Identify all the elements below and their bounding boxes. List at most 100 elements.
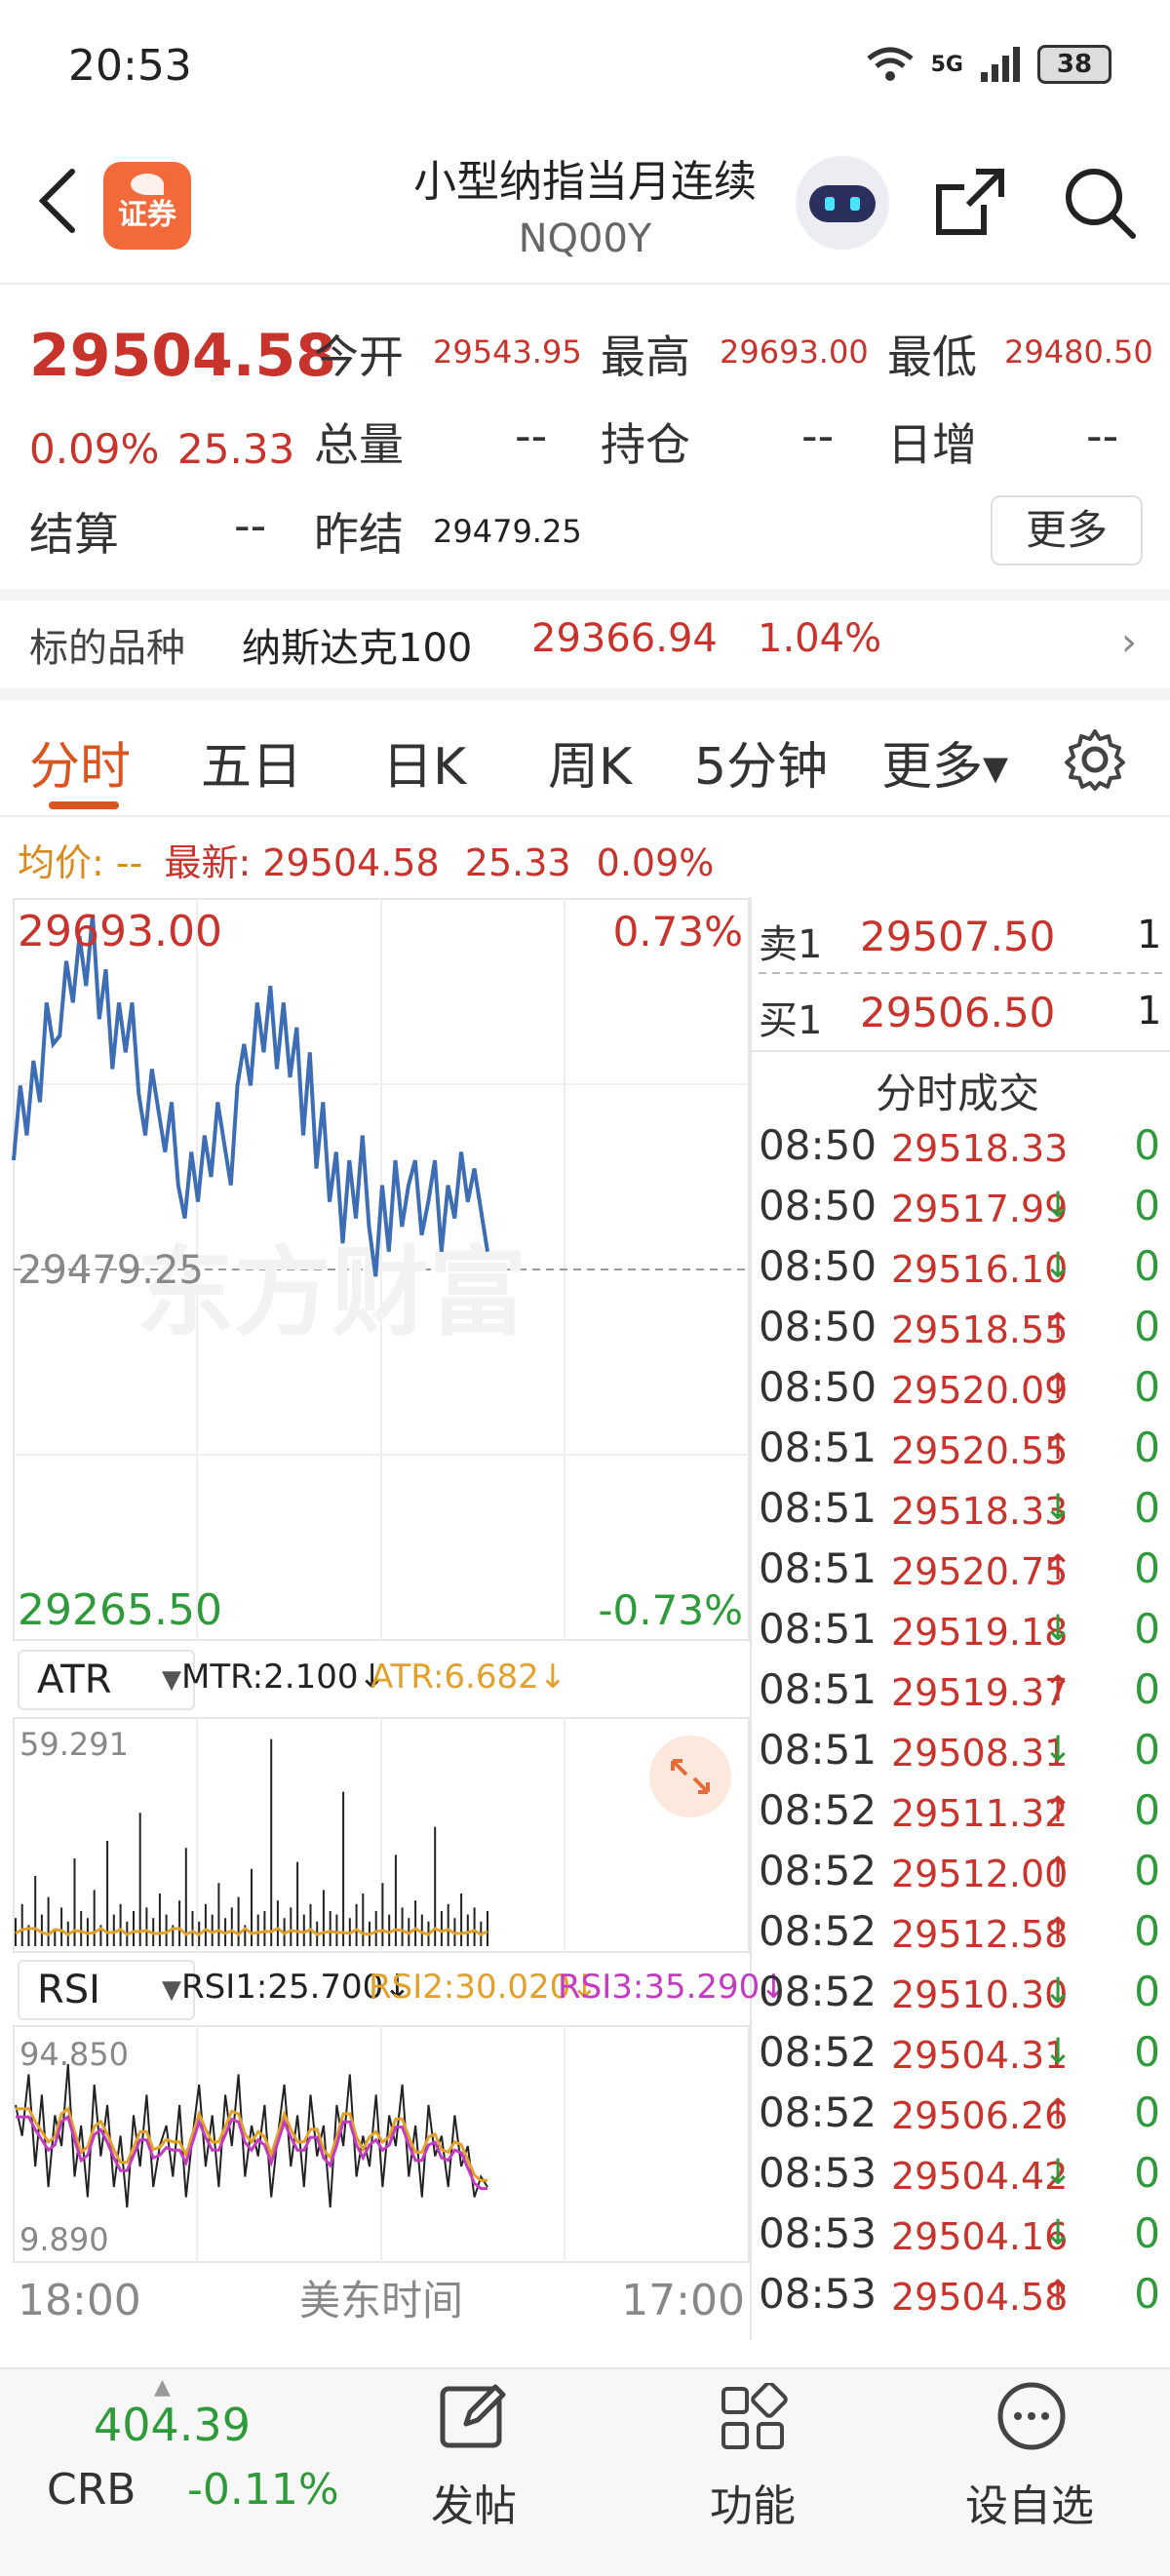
trade-time: 08:50	[759, 1182, 878, 1229]
trade-row: 08:50 29518.55 ↑ 0	[759, 1303, 1164, 1363]
trade-time: 08:51	[759, 1424, 878, 1471]
trade-direction-icon: ↓	[1043, 1246, 1073, 1286]
rsi-bottom-value: 9.890	[20, 2221, 109, 2258]
trade-row: 08:51 29518.33 ↓ 0	[759, 1484, 1164, 1544]
trade-time: 08:52	[759, 2088, 878, 2136]
chart-ref-label: 29479.25	[18, 1248, 204, 1293]
trade-row: 08:53 29504.58 ↑ 0	[759, 2270, 1164, 2330]
trade-direction-icon: ↓	[1043, 2153, 1073, 2193]
trade-direction-icon: ↑	[1043, 1911, 1073, 1951]
trade-row: 08:52 29504.31 ↓ 0	[759, 2028, 1164, 2088]
crb-pct[interactable]: -0.11%	[187, 2465, 339, 2515]
trade-row: 08:52 29512.58 ↑ 0	[759, 1907, 1164, 1968]
buy1-volume: 1	[1137, 989, 1162, 1034]
trade-row: 08:53 29504.16 ↓ 0	[759, 2209, 1164, 2270]
trade-row: 08:51 29508.31 ↓ 0	[759, 1726, 1164, 1786]
trade-direction-icon: ↓	[1043, 1488, 1073, 1528]
trade-direction-icon: ↑	[1043, 2092, 1073, 2132]
trade-volume: 0	[1134, 1303, 1160, 1350]
nav-post-label[interactable]: 发帖	[431, 2471, 517, 2533]
trade-price: 29520.09	[891, 1369, 1069, 1412]
trade-price: 29519.18	[891, 1611, 1069, 1654]
sell1-volume: 1	[1137, 913, 1162, 957]
caret-up-icon: ▲	[154, 2375, 171, 2400]
crb-price[interactable]: 404.39	[94, 2399, 251, 2451]
trade-volume: 0	[1134, 2149, 1160, 2197]
trade-direction-icon: ↑	[1043, 1548, 1073, 1588]
trade-volume: 0	[1134, 1665, 1160, 1713]
chart-max-pct: 0.73%	[613, 908, 743, 956]
trade-volume: 0	[1134, 1847, 1160, 1894]
more-dots-icon[interactable]	[994, 2379, 1069, 2453]
trade-price: 29510.30	[891, 1973, 1069, 2016]
trade-price: 29508.31	[891, 1732, 1069, 1775]
trade-time: 08:50	[759, 1242, 878, 1290]
trade-time: 08:52	[759, 2028, 878, 2076]
rsi3-label: RSI3:35.290↓	[558, 1968, 788, 2007]
sell1-price: 29507.50	[860, 913, 1056, 960]
chart-min-pct: -0.73%	[598, 1586, 743, 1634]
nav-function-label[interactable]: 功能	[710, 2471, 796, 2533]
time-zone-label: 美东时间	[299, 2277, 463, 2324]
trade-time: 08:51	[759, 1605, 878, 1653]
trade-direction-icon: ↑	[1043, 1427, 1073, 1467]
trade-price: 29512.00	[891, 1853, 1069, 1895]
trade-row: 08:52 29512.00 ↑ 0	[759, 1847, 1164, 1907]
trade-direction-icon: ↑	[1043, 1307, 1073, 1347]
trade-time: 08:53	[759, 2209, 878, 2257]
trade-row: 08:52 29510.30 ↓ 0	[759, 1968, 1164, 2028]
trade-volume: 0	[1134, 1182, 1160, 1229]
time-start: 18:00	[18, 2276, 141, 2325]
atr-label: ATR:6.682↓	[370, 1658, 567, 1697]
price-series	[12, 914, 489, 1277]
trade-direction-icon: ↑	[1043, 1790, 1073, 1830]
atr-selector[interactable]: ATR ▼	[18, 1650, 195, 1710]
post-edit-icon[interactable]	[437, 2379, 511, 2453]
trade-row: 08:51 29519.18 ↓ 0	[759, 1605, 1164, 1665]
trade-price: 29512.58	[891, 1913, 1069, 1956]
trade-row: 08:51 29520.75 ↑ 0	[759, 1544, 1164, 1605]
trade-time: 08:51	[759, 1484, 878, 1532]
trade-volume: 0	[1134, 2088, 1160, 2136]
atr-top-value: 59.291	[20, 1726, 129, 1763]
trade-volume: 0	[1134, 2028, 1160, 2076]
trade-price: 29504.58	[891, 2276, 1069, 2319]
function-grid-icon[interactable]	[718, 2383, 788, 2453]
buy1-label: 买1	[759, 998, 823, 1043]
trade-price: 29520.55	[891, 1429, 1069, 1472]
trade-time: 08:53	[759, 2149, 878, 2197]
trade-time: 08:52	[759, 1968, 878, 2015]
trade-row: 08:50 29520.09 ↑ 0	[759, 1363, 1164, 1424]
crb-name[interactable]: CRB	[47, 2465, 136, 2515]
buy1-price: 29506.50	[860, 989, 1056, 1036]
trade-volume: 0	[1134, 1484, 1160, 1532]
trade-row: 08:50 29516.10 ↓ 0	[759, 1242, 1164, 1303]
trades-title: 分时成交	[876, 1070, 1040, 1117]
nav-watchlist-label[interactable]: 设自选	[965, 2471, 1094, 2533]
trade-time: 08:53	[759, 2270, 878, 2318]
rsi-top-value: 94.850	[20, 2036, 129, 2073]
trade-time: 08:52	[759, 1847, 878, 1894]
rsi1-line	[15, 2063, 488, 2208]
atr-series	[15, 1738, 488, 1946]
trade-volume: 0	[1134, 2209, 1160, 2257]
trade-time: 08:52	[759, 1907, 878, 1955]
trade-time: 08:51	[759, 1665, 878, 1713]
trade-price: 29511.32	[891, 1792, 1069, 1835]
trade-row: 08:53 29504.42 ↓ 0	[759, 2149, 1164, 2209]
trade-volume: 0	[1134, 1786, 1160, 1834]
trade-volume: 0	[1134, 1968, 1160, 2015]
trade-price: 29518.33	[891, 1127, 1069, 1170]
trade-volume: 0	[1134, 1424, 1160, 1471]
trade-volume: 0	[1134, 1544, 1160, 1592]
trade-price: 29504.31	[891, 2034, 1069, 2077]
trade-direction-icon: ↑	[1043, 1851, 1073, 1891]
trade-direction-icon: ↓	[1043, 2213, 1073, 2253]
rsi-selector[interactable]: RSI ▼	[18, 1960, 195, 2020]
trade-time: 08:50	[759, 1303, 878, 1350]
trade-row: 08:51 29519.37 ↑ 0	[759, 1665, 1164, 1726]
trade-volume: 0	[1134, 1363, 1160, 1411]
trade-direction-icon: ↑	[1043, 1669, 1073, 1709]
chart-max-label: 29693.00	[18, 907, 222, 956]
trade-volume: 0	[1134, 1907, 1160, 1955]
